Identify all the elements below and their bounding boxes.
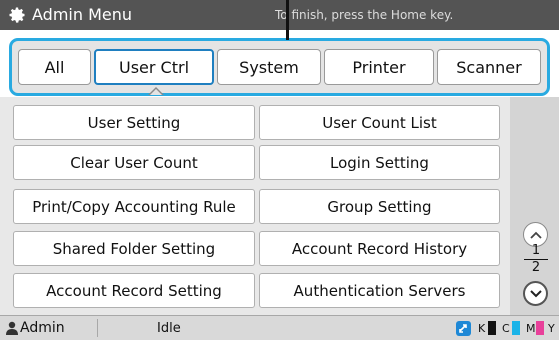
current-page: 1 (531, 243, 541, 258)
gear-icon (9, 7, 25, 23)
shared-folder-setting-button[interactable]: Shared Folder Setting (13, 231, 255, 266)
pointer-line (286, 0, 289, 40)
menu-area: User Setting User Count List Clear User … (0, 97, 559, 315)
account-record-history-button[interactable]: Account Record History (259, 231, 500, 266)
account-record-setting-button[interactable]: Account Record Setting (13, 273, 255, 308)
tab-user-ctrl[interactable]: User Ctrl (94, 49, 214, 85)
category-tabs: All User Ctrl System Printer Scanner (9, 38, 550, 96)
ink-level-c (512, 321, 520, 335)
sync-icon (456, 321, 471, 336)
login-setting-button[interactable]: Login Setting (259, 145, 500, 180)
group-setting-button[interactable]: Group Setting (259, 189, 500, 224)
ink-level-m (536, 321, 544, 335)
tab-printer[interactable]: Printer (324, 49, 434, 85)
user-setting-button[interactable]: User Setting (13, 105, 255, 140)
ink-label-y: Y (548, 322, 555, 335)
total-pages: 2 (531, 260, 541, 275)
print-copy-accounting-rule-button[interactable]: Print/Copy Accounting Rule (13, 189, 255, 224)
page-title: Admin Menu (32, 5, 133, 24)
authentication-servers-button[interactable]: Authentication Servers (259, 273, 500, 308)
ink-level-k (488, 321, 496, 335)
clear-user-count-button[interactable]: Clear User Count (13, 145, 255, 180)
chevron-down-icon[interactable] (523, 281, 548, 306)
home-hint: To finish, press the Home key. (275, 8, 454, 22)
ink-label-m: M (526, 322, 536, 335)
user-icon (6, 321, 18, 335)
ink-label-k: K (478, 322, 486, 335)
ink-label-c: C (502, 322, 510, 335)
page-indicator: 1 2 (524, 244, 548, 275)
tab-system[interactable]: System (217, 49, 321, 85)
tab-all[interactable]: All (18, 49, 91, 85)
active-tab-indicator (148, 87, 164, 95)
status-bar: Admin Idle K C M Y (0, 315, 559, 340)
current-user: Admin (20, 320, 65, 336)
tab-scanner[interactable]: Scanner (437, 49, 541, 85)
machine-state: Idle (157, 321, 181, 336)
title-bar: Admin Menu To finish, press the Home key… (0, 0, 559, 30)
user-count-list-button[interactable]: User Count List (259, 105, 500, 140)
page-scroller: 1 2 (510, 97, 559, 315)
